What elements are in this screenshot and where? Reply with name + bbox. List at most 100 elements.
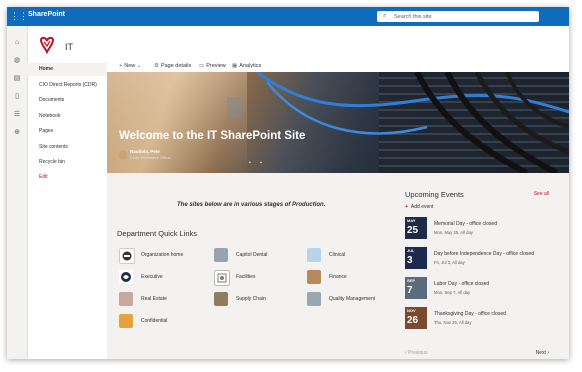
preview-icon: ▭ [199,63,205,69]
events-previous-button[interactable]: ‹ Previous [405,350,428,356]
event-date-tile: SEP 7 [405,277,427,299]
event-time: Mon, May 25, All day [434,230,473,235]
event-item[interactable]: MAY 25 Memorial Day - office closed Mon, … [405,217,549,241]
quick-link-finance[interactable]: Finance [307,270,397,284]
analytics-label: Analytics [239,63,262,69]
site-header: IT [27,26,569,60]
search-box[interactable]: ⌕ Search this site [377,11,539,22]
event-time: Thu, Nov 26, All day [434,320,472,325]
real-estate-icon [119,292,133,306]
add-event-button[interactable]: + Add event [405,204,433,210]
hero-author[interactable]: Rautiola, Pete [130,149,160,154]
globe-icon[interactable]: ◍ [12,56,22,66]
event-item[interactable]: NOV 26 Thanksgiving Day - office closed T… [405,307,549,331]
quick-link-label: Confidential [141,318,168,324]
brand-name[interactable]: SharePoint [28,11,65,18]
plus-icon: + [119,63,123,69]
quick-link-quality-management[interactable]: Quality Management [307,292,402,306]
quick-link-executive[interactable]: Executive [119,270,209,284]
quick-link-organization-home[interactable]: Organization home [119,248,209,264]
quick-link-label: Executive [141,274,163,280]
gear-icon: ⚙ [154,63,159,69]
nav-edit-link[interactable]: Edit [27,171,107,184]
event-month: JUL [407,248,415,253]
events-next-button[interactable]: Next › [536,350,549,356]
event-time: Fri, Jul 3, All day [434,260,465,265]
event-date-tile: JUL 3 [405,247,427,269]
quick-link-label: Real Estate [141,296,167,302]
hero-carousel-dots[interactable]: • • [249,160,266,166]
event-item[interactable]: JUL 3 Day before Independence Day - offic… [405,247,549,271]
quick-link-facilities[interactable]: Facilities [214,270,304,286]
finance-icon [307,270,321,284]
hero-title: Welcome to the IT SharePoint Site [119,130,306,142]
events-see-all-link[interactable]: See all [534,191,549,197]
waffle-icon[interactable]: ⋮⋮ [10,11,28,21]
left-navigation: Home CIO Direct Reports (CDR) Documents … [27,60,107,359]
organization-home-icon [119,248,135,264]
event-date-tile: MAY 25 [405,217,427,239]
quick-link-confidential[interactable]: Confidential [119,314,209,328]
nav-item-documents[interactable]: Documents [27,94,107,107]
clinical-icon [307,248,321,262]
event-name: Day before Independence Day - office clo… [434,251,534,257]
executive-icon [119,270,133,284]
site-title[interactable]: IT [65,42,73,52]
quick-link-label: Capitol Dental [236,252,268,258]
hero-cables-image [227,72,569,173]
analytics-icon: ▦ [232,63,238,69]
page-details-button[interactable]: ⚙ Page details [154,63,191,69]
events-title: Upcoming Events [405,190,464,199]
list-icon[interactable]: ☰ [12,110,22,120]
previous-label: Previous [408,350,428,356]
quick-link-capitol-dental[interactable]: Capitol Dental [214,248,304,262]
event-day: 7 [407,285,413,296]
quick-link-real-estate[interactable]: Real Estate [119,292,209,306]
preview-button[interactable]: ▭ Preview [199,63,226,69]
events-webpart: Upcoming Events See all + Add event MAY 25… [405,186,549,356]
event-month: MAY [407,218,416,223]
nav-item-home[interactable]: Home [27,63,107,76]
hero-author-role: Chief Information Officer [130,156,172,160]
quick-link-label: Facilities [236,274,256,280]
next-label: Next [535,350,546,356]
event-day: 25 [407,225,419,236]
quick-link-label: Quality Management [329,296,376,302]
home-icon[interactable]: ⌂ [12,38,22,48]
event-month: NOV [407,308,416,313]
nav-item-recycle-bin[interactable]: Recycle bin [27,156,107,169]
site-logo-icon[interactable] [37,35,57,55]
event-day: 3 [407,255,413,266]
quick-link-clinical[interactable]: Clinical [307,248,397,262]
new-button[interactable]: + New ⌄ [119,63,143,69]
event-item[interactable]: SEP 7 Labor Day - office closed Mon, Sep … [405,277,549,301]
nav-item-notebook[interactable]: Notebook [27,110,107,123]
event-day: 26 [407,315,419,326]
quick-link-label: Supply Chain [236,296,266,302]
capitol-dental-icon [214,248,228,262]
hero-banner[interactable]: Welcome to the IT SharePoint Site Rautio… [107,72,569,173]
page-content: The sites below are in various stages of… [107,173,569,359]
nav-item-cio-direct-reports[interactable]: CIO Direct Reports (CDR) [27,79,107,92]
quick-link-supply-chain[interactable]: Supply Chain [214,292,304,306]
analytics-button[interactable]: ▦ Analytics [232,63,261,69]
nav-item-pages[interactable]: Pages [27,125,107,138]
page-details-label: Page details [160,63,192,69]
author-avatar [119,151,127,159]
add-icon[interactable]: ⊕ [12,128,22,138]
document-icon[interactable]: ▯ [12,92,22,102]
chevron-down-icon: ⌄ [136,63,142,69]
quick-link-label: Clinical [329,252,346,258]
add-event-label: Add event [410,204,434,210]
app-rail: ⌂ ◍ ▤ ▯ ☰ ⊕ [7,26,28,359]
new-label: New [124,63,136,69]
quick-links-title: Department Quick Links [117,229,198,238]
news-icon[interactable]: ▤ [12,74,22,84]
preview-label: Preview [206,63,226,69]
event-name: Thanksgiving Day - office closed [434,311,506,317]
confidential-icon [119,314,133,328]
nav-item-site-contents[interactable]: Site contents [27,141,107,154]
event-time: Mon, Sep 7, All day [434,290,471,295]
event-name: Memorial Day - office closed [434,221,497,227]
event-date-tile: NOV 26 [405,307,427,329]
